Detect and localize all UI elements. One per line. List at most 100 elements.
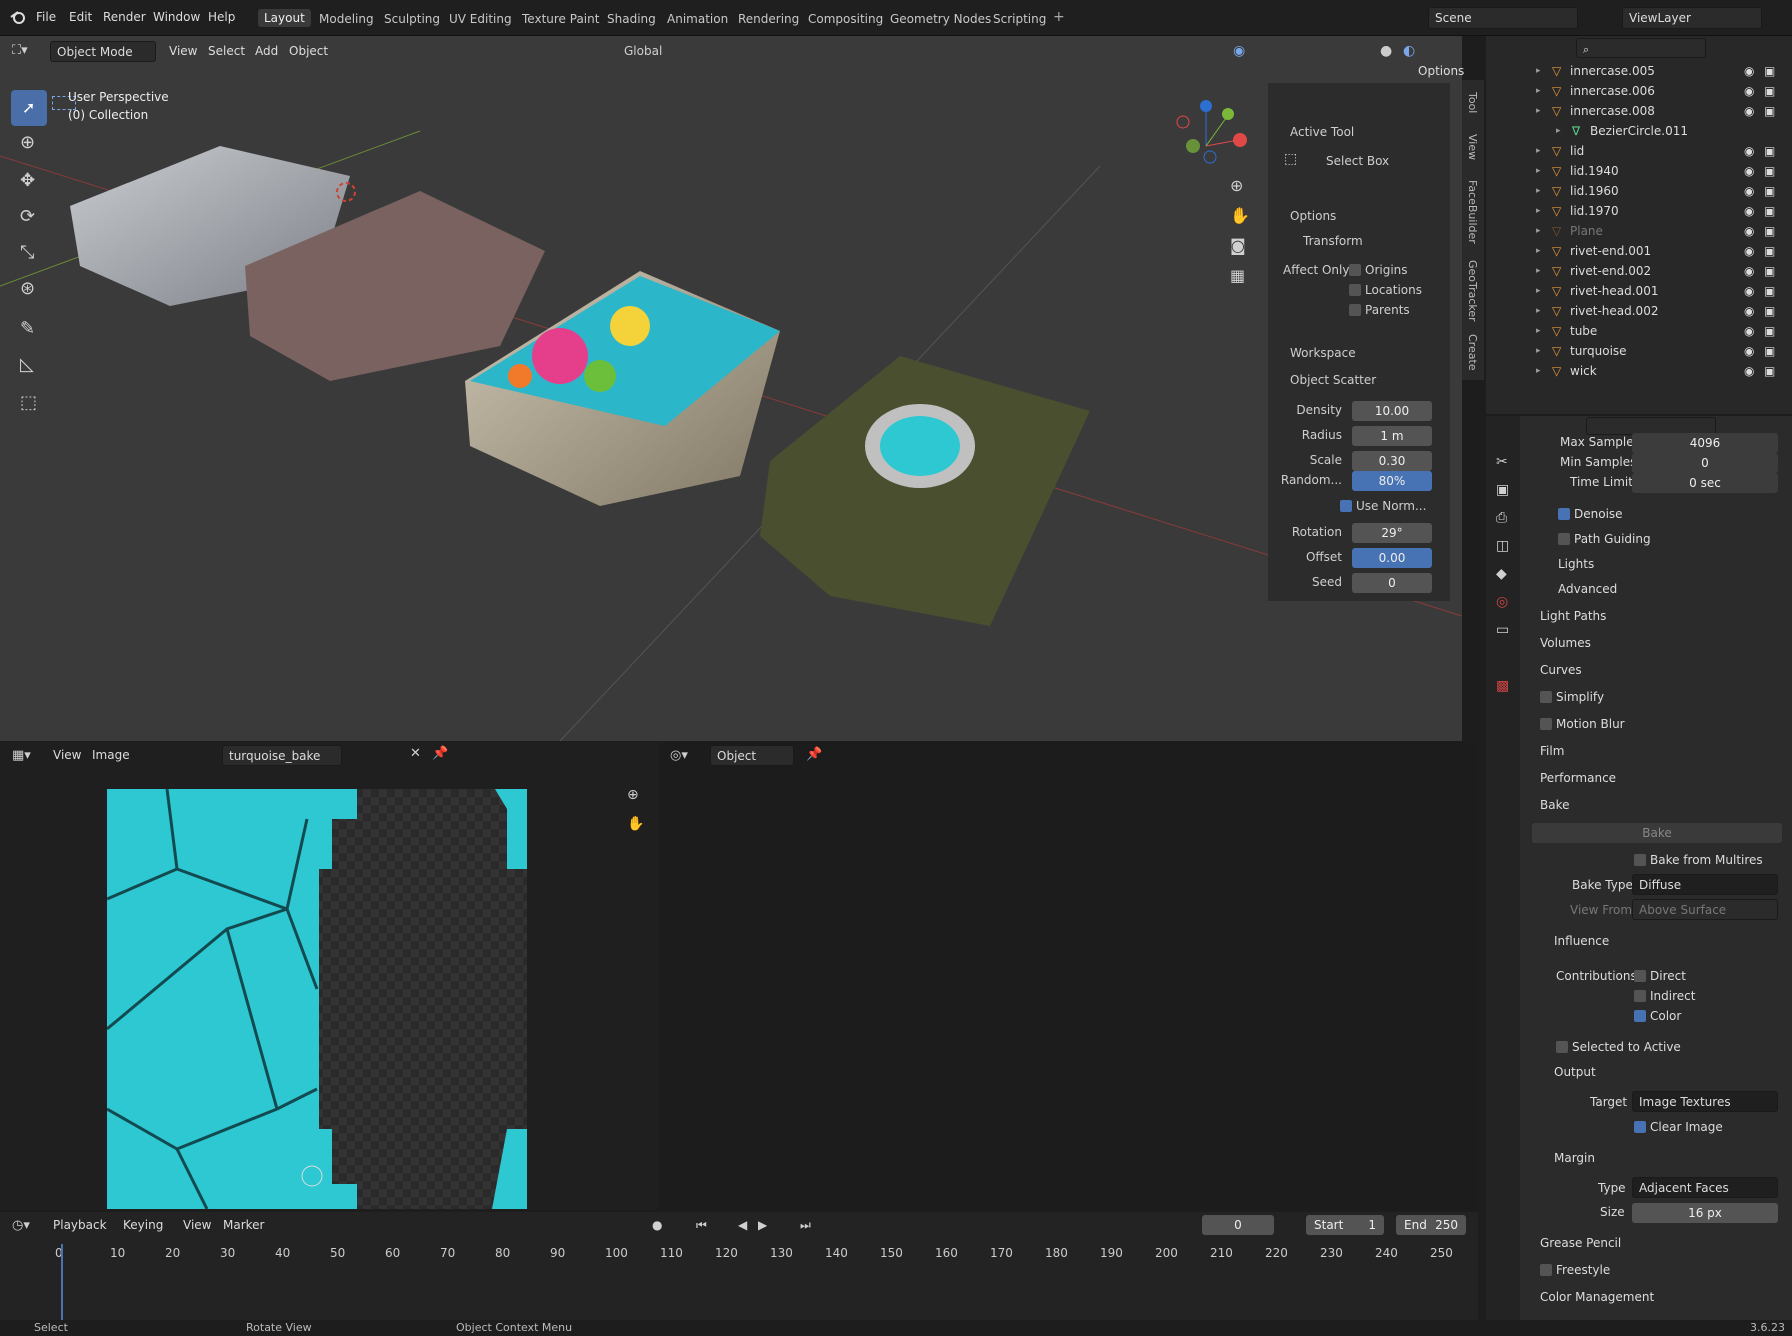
- target-dropdown[interactable]: Image Textures: [1632, 1091, 1778, 1112]
- tool-tab-icon[interactable]: ✂: [1496, 454, 1508, 470]
- motion-blur-checkbox[interactable]: [1540, 718, 1552, 730]
- scale-field[interactable]: 0.30: [1352, 451, 1432, 471]
- bake-multires-checkbox[interactable]: [1634, 854, 1646, 866]
- offset-field[interactable]: 0.00: [1352, 548, 1432, 568]
- tab-compositing[interactable]: Compositing: [808, 12, 883, 26]
- expand-icon[interactable]: ▸: [1536, 106, 1541, 116]
- grid-icon[interactable]: ▦: [1230, 266, 1245, 285]
- expand-icon[interactable]: ▸: [1536, 226, 1541, 236]
- outliner-item[interactable]: ▸ ▽ lid.1940 ◉ ▣: [1486, 161, 1792, 181]
- visibility-eye-icon[interactable]: ◉: [1744, 304, 1754, 318]
- expand-icon[interactable]: ▸: [1536, 366, 1541, 376]
- visibility-eye-icon[interactable]: ◉: [1744, 364, 1754, 378]
- visibility-eye-icon[interactable]: ◉: [1744, 84, 1754, 98]
- expand-icon[interactable]: ▸: [1536, 186, 1541, 196]
- volumes-panel[interactable]: Volumes: [1540, 636, 1591, 650]
- expand-icon[interactable]: ▸: [1536, 286, 1541, 296]
- outliner-search[interactable]: ⌕: [1576, 38, 1706, 58]
- menu-file[interactable]: File: [36, 10, 56, 24]
- shading-material-icon[interactable]: ◐: [1403, 43, 1415, 59]
- max-samples-field[interactable]: 4096: [1632, 433, 1778, 453]
- visibility-eye-icon[interactable]: ◉: [1744, 184, 1754, 198]
- collection-tab-icon[interactable]: ▭: [1496, 622, 1509, 638]
- tab-facebuilder[interactable]: FaceBuilder: [1466, 180, 1479, 244]
- outliner-item[interactable]: ▸ ▽ innercase.006 ◉ ▣: [1486, 81, 1792, 101]
- tab-geometry-nodes[interactable]: Geometry Nodes: [890, 12, 991, 26]
- tab-rendering[interactable]: Rendering: [738, 12, 799, 26]
- indirect-checkbox[interactable]: [1634, 990, 1646, 1002]
- menu-help[interactable]: Help: [208, 10, 235, 24]
- visibility-eye-icon[interactable]: ◉: [1744, 204, 1754, 218]
- lights-subpanel[interactable]: Lights: [1558, 557, 1594, 571]
- render-camera-icon[interactable]: ▣: [1764, 364, 1775, 378]
- visibility-eye-icon[interactable]: ◉: [1744, 104, 1754, 118]
- expand-icon[interactable]: ▸: [1536, 266, 1541, 276]
- view-from-dropdown[interactable]: Above Surface: [1632, 899, 1778, 920]
- bake-panel[interactable]: Bake: [1540, 798, 1570, 812]
- visibility-eye-icon[interactable]: ◉: [1744, 344, 1754, 358]
- workspace-header[interactable]: Workspace: [1290, 346, 1356, 360]
- menu-edit[interactable]: Edit: [69, 10, 92, 24]
- annotate-tool[interactable]: ✎: [11, 312, 47, 348]
- scene-tab-icon[interactable]: ◆: [1496, 566, 1507, 582]
- locations-checkbox[interactable]: [1349, 284, 1361, 296]
- expand-icon[interactable]: ▸: [1536, 306, 1541, 316]
- margin-size-field[interactable]: 16 px: [1632, 1203, 1778, 1223]
- outliner-item[interactable]: ▸ ▽ rivet-head.001 ◉ ▣: [1486, 281, 1792, 301]
- tab-sculpting[interactable]: Sculpting: [384, 12, 440, 26]
- visibility-eye-icon[interactable]: ◉: [1744, 64, 1754, 78]
- viewport-menu-view[interactable]: View: [169, 44, 197, 58]
- outliner-item[interactable]: ▸ ▽ rivet-head.002 ◉ ▣: [1486, 301, 1792, 321]
- playhead[interactable]: [61, 1244, 63, 1320]
- tab-geotracker[interactable]: GeoTracker: [1466, 260, 1479, 322]
- measure-tool[interactable]: ◺: [11, 348, 47, 384]
- render-camera-icon[interactable]: ▣: [1764, 104, 1775, 118]
- outliner-item[interactable]: ▸ ▽ lid.1970 ◉ ▣: [1486, 201, 1792, 221]
- render-camera-icon[interactable]: ▣: [1764, 284, 1775, 298]
- outliner-item[interactable]: ▸ ▽ lid ◉ ▣: [1486, 141, 1792, 161]
- image-editor[interactable]: ▦▾ View Image turquoise_bake ✕ 📌 ⊕ ✋: [0, 742, 658, 1210]
- tab-create[interactable]: Create: [1466, 334, 1479, 371]
- render-camera-icon[interactable]: ▣: [1764, 184, 1775, 198]
- view-layer-tab-icon[interactable]: ◫: [1496, 538, 1509, 554]
- tab-scripting[interactable]: Scripting: [993, 12, 1046, 26]
- visibility-eye-icon[interactable]: ◉: [1744, 164, 1754, 178]
- overlay-icon[interactable]: ◉: [1233, 43, 1245, 59]
- image-editor-type-icon[interactable]: ▦▾: [12, 748, 31, 763]
- tab-view[interactable]: View: [1466, 134, 1479, 160]
- pin-icon[interactable]: 📌: [432, 746, 448, 761]
- transform-orientation[interactable]: Global: [620, 41, 695, 62]
- expand-icon[interactable]: ▸: [1536, 166, 1541, 176]
- viewport-menu-select[interactable]: Select: [208, 44, 245, 58]
- image-menu-image[interactable]: Image: [92, 748, 130, 762]
- texture-tab-icon[interactable]: ▩: [1496, 678, 1509, 694]
- image-menu-view[interactable]: View: [53, 748, 81, 762]
- simplify-panel[interactable]: Simplify: [1556, 690, 1604, 704]
- freestyle-checkbox[interactable]: [1540, 1264, 1552, 1276]
- bake-type-dropdown[interactable]: Diffuse: [1632, 874, 1778, 895]
- output-tab-icon[interactable]: ⎙: [1496, 510, 1507, 526]
- cursor-tool[interactable]: ⊕: [11, 126, 47, 162]
- render-camera-icon[interactable]: ▣: [1764, 344, 1775, 358]
- transform-tool[interactable]: ⊛: [11, 272, 47, 308]
- expand-icon[interactable]: ▸: [1536, 326, 1541, 336]
- object-scatter-header[interactable]: Object Scatter: [1290, 373, 1376, 387]
- color-checkbox[interactable]: [1634, 1010, 1646, 1022]
- rotation-field[interactable]: 29°: [1352, 523, 1432, 543]
- move-tool[interactable]: ✥: [11, 164, 47, 200]
- origins-checkbox[interactable]: [1349, 264, 1361, 276]
- use-normal-checkbox[interactable]: [1340, 500, 1352, 512]
- timeline[interactable]: ◷▾ Playback Keying View Marker ● ⏮ ◀ ▶ ⏭…: [0, 1212, 1478, 1320]
- expand-icon[interactable]: ▸: [1536, 246, 1541, 256]
- viewport-menu-add[interactable]: Add: [255, 44, 278, 58]
- render-camera-icon[interactable]: ▣: [1764, 264, 1775, 278]
- view-layer-selector[interactable]: ViewLayer: [1622, 7, 1762, 29]
- viewport-menu-object[interactable]: Object: [289, 44, 328, 58]
- image-pan-icon[interactable]: ✋: [627, 816, 644, 832]
- color-management-panel[interactable]: Color Management: [1540, 1290, 1654, 1304]
- rotate-tool[interactable]: ⟳: [11, 200, 47, 236]
- render-camera-icon[interactable]: ▣: [1764, 204, 1775, 218]
- freestyle-panel[interactable]: Freestyle: [1556, 1263, 1610, 1277]
- select-box-tool[interactable]: ➚: [11, 90, 47, 126]
- outliner-item[interactable]: ▸ ▽ tube ◉ ▣: [1486, 321, 1792, 341]
